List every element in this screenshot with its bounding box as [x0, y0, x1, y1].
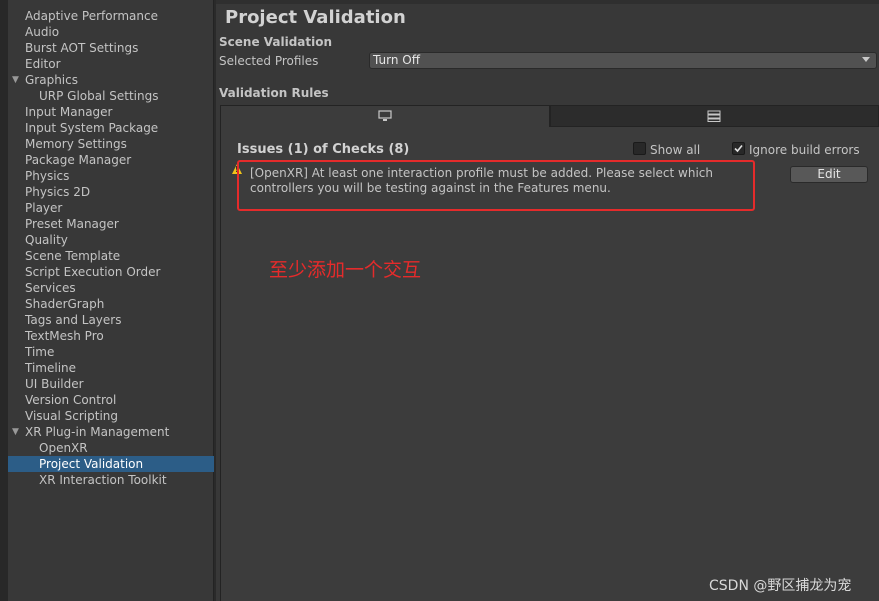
sidebar-item-label: Quality — [25, 233, 68, 247]
settings-sidebar: Adaptive Performance Audio Burst AOT Set… — [8, 0, 245, 601]
ignore-build-errors-label: Ignore build errors — [749, 143, 860, 157]
header-strip — [216, 0, 879, 4]
sidebar-item-services[interactable]: Services — [8, 280, 231, 296]
sidebar-item-time[interactable]: Time — [8, 344, 231, 360]
tab-standalone[interactable] — [220, 105, 550, 127]
sidebar-item-label: Services — [25, 281, 76, 295]
server-icon — [707, 110, 721, 122]
checkmark-icon — [734, 144, 743, 153]
chevron-down-icon — [862, 57, 870, 62]
sidebar-item-shadergraph[interactable]: ShaderGraph — [8, 296, 231, 312]
validation-rules-header: Validation Rules — [219, 86, 329, 100]
sidebar-item-label: Version Control — [25, 393, 117, 407]
sidebar-item-label: XR Interaction Toolkit — [39, 473, 167, 487]
sidebar-item-label: Editor — [25, 57, 61, 71]
sidebar-item-physics-2d[interactable]: Physics 2D — [8, 184, 231, 200]
watermark: CSDN @野区捕龙为宠 — [709, 578, 852, 594]
sidebar-item-label: Preset Manager — [25, 217, 119, 231]
sidebar-item-urp-global-settings[interactable]: URP Global Settings — [8, 88, 245, 104]
fold-arrow-icon[interactable]: ▼ — [12, 424, 19, 440]
sidebar-item-label: UI Builder — [25, 377, 84, 391]
sidebar-item-label: Project Validation — [39, 457, 144, 471]
selected-profiles-label: Selected Profiles — [219, 54, 319, 68]
sidebar-item-label: URP Global Settings — [39, 89, 159, 103]
sidebar-item-label: Timeline — [25, 361, 77, 375]
sidebar-item-quality[interactable]: Quality — [8, 232, 231, 248]
sidebar-item-label: Burst AOT Settings — [25, 41, 139, 55]
sidebar-item-label: Input System Package — [25, 121, 159, 135]
sidebar-item-script-execution-order[interactable]: Script Execution Order — [8, 264, 231, 280]
sidebar-item-graphics[interactable]: ▼ Graphics — [8, 72, 231, 88]
sidebar-item-input-manager[interactable]: Input Manager — [8, 104, 231, 120]
page-title: Project Validation — [225, 7, 406, 28]
sidebar-item-label: Time — [25, 345, 55, 359]
sidebar-item-label: Package Manager — [25, 153, 132, 167]
edit-button[interactable]: Edit — [790, 166, 868, 183]
sidebar-item-label: Input Manager — [25, 105, 113, 119]
selected-profiles-value: Turn Off — [373, 53, 420, 67]
annotation-highlight-box — [237, 160, 755, 211]
sidebar-item-label: Physics — [25, 169, 70, 183]
issues-title: Issues (1) of Checks (8) — [237, 142, 410, 157]
sidebar-item-label: Player — [25, 201, 63, 215]
sidebar-item-label: Audio — [25, 25, 60, 39]
sidebar-item-project-validation[interactable]: Project Validation — [8, 456, 245, 472]
sidebar-item-memory-settings[interactable]: Memory Settings — [8, 136, 231, 152]
sidebar-item-label: Script Execution Order — [25, 265, 161, 279]
sidebar-item-xr-plug-in-management[interactable]: ▼ XR Plug-in Management — [8, 424, 231, 440]
sidebar-item-label: OpenXR — [39, 441, 88, 455]
fold-arrow-icon[interactable]: ▼ — [12, 72, 19, 88]
sidebar-item-label: Graphics — [25, 73, 78, 87]
sidebar-item-audio[interactable]: Audio — [8, 24, 231, 40]
sidebar-item-editor[interactable]: Editor — [8, 56, 231, 72]
sidebar-item-adaptive-performance[interactable]: Adaptive Performance — [8, 8, 231, 24]
show-all-checkbox[interactable] — [633, 142, 646, 155]
selected-profiles-dropdown[interactable]: Turn Off — [369, 52, 877, 69]
sidebar-item-xr-interaction-toolkit[interactable]: XR Interaction Toolkit — [8, 472, 245, 488]
main-panel: Project Validation Scene Validation Sele… — [216, 0, 879, 601]
sidebar-item-input-system-package[interactable]: Input System Package — [8, 120, 231, 136]
sidebar-item-label: TextMesh Pro — [25, 329, 104, 343]
sidebar-item-label: Memory Settings — [25, 137, 127, 151]
annotation-text: 至少添加一个交互 — [269, 259, 422, 281]
sidebar-item-label: Scene Template — [25, 249, 121, 263]
sidebar-item-visual-scripting[interactable]: Visual Scripting — [8, 408, 231, 424]
sidebar-item-timeline[interactable]: Timeline — [8, 360, 231, 376]
show-all-label: Show all — [650, 143, 701, 157]
sidebar-item-tags-and-layers[interactable]: Tags and Layers — [8, 312, 231, 328]
sidebar-item-package-manager[interactable]: Package Manager — [8, 152, 231, 168]
sidebar-item-burst-aot-settings[interactable]: Burst AOT Settings — [8, 40, 231, 56]
sidebar-item-label: Visual Scripting — [25, 409, 118, 423]
sidebar-item-label: Adaptive Performance — [25, 9, 158, 23]
sidebar-item-physics[interactable]: Physics — [8, 168, 231, 184]
ignore-build-errors-checkbox[interactable] — [732, 142, 745, 155]
window-edge — [0, 0, 8, 601]
tab-server[interactable] — [550, 105, 879, 127]
platform-tabbar — [220, 105, 879, 127]
sidebar-item-player[interactable]: Player — [8, 200, 231, 216]
monitor-icon — [378, 110, 392, 121]
sidebar-item-textmesh-pro[interactable]: TextMesh Pro — [8, 328, 231, 344]
sidebar-item-label: ShaderGraph — [25, 297, 105, 311]
sidebar-item-version-control[interactable]: Version Control — [8, 392, 231, 408]
sidebar-item-label: Tags and Layers — [25, 313, 122, 327]
sidebar-item-openxr[interactable]: OpenXR — [8, 440, 245, 456]
sidebar-item-preset-manager[interactable]: Preset Manager — [8, 216, 231, 232]
sidebar-item-scene-template[interactable]: Scene Template — [8, 248, 231, 264]
sidebar-item-label: XR Plug-in Management — [25, 425, 170, 439]
sidebar-item-ui-builder[interactable]: UI Builder — [8, 376, 231, 392]
scene-validation-header: Scene Validation — [219, 35, 333, 49]
sidebar-item-label: Physics 2D — [25, 185, 91, 199]
